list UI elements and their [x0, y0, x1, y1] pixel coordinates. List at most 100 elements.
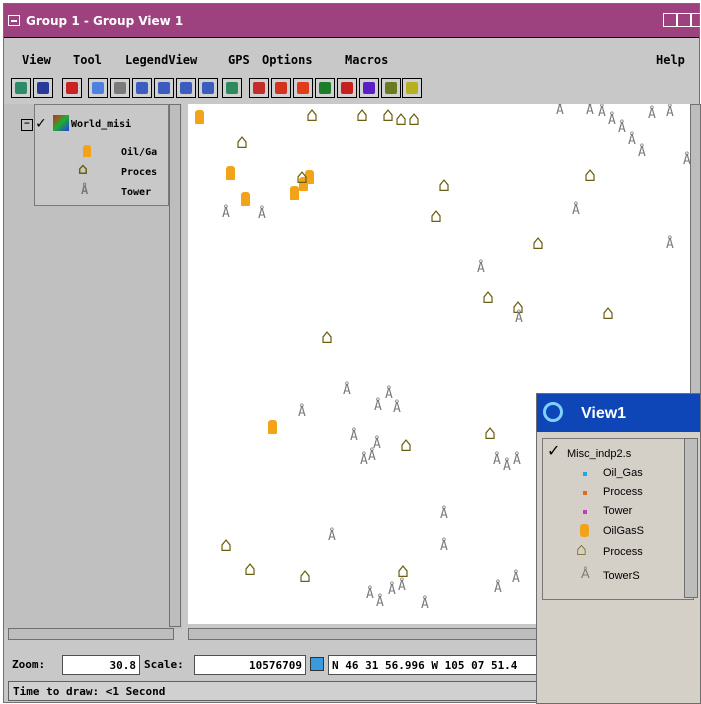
view1-layer-name[interactable]: Misc_indp2.s	[567, 448, 631, 460]
tower-marker: Å	[512, 571, 520, 586]
tower-marker: Å	[513, 453, 521, 468]
process-marker: ⌂	[244, 556, 257, 580]
sketch-icon[interactable]	[293, 78, 313, 98]
menu-gps[interactable]: GPS	[228, 53, 250, 67]
tower-marker: Å	[376, 595, 384, 610]
tower-marker: Å	[503, 459, 511, 474]
process-marker: ⌂	[356, 104, 369, 126]
tower-marker: Å	[608, 113, 616, 128]
draw-icon[interactable]	[249, 78, 269, 98]
view1-item-oil-gas: Oil_Gas	[603, 467, 643, 479]
dot-icon	[583, 491, 587, 495]
tower-icon: Å	[81, 183, 89, 197]
tower-marker: Å	[598, 105, 606, 120]
process-marker: ⌂	[236, 129, 249, 153]
tower-marker: Å	[298, 405, 306, 420]
scripting-icon[interactable]	[402, 78, 422, 98]
tower-marker: Å	[374, 399, 382, 414]
tower-marker: Å	[648, 107, 656, 122]
process-marker: ⌂	[321, 324, 334, 348]
status-bar: Zoom: 30.8 Scale: 10576709 N 46 31 56.99…	[4, 654, 544, 678]
coordinates-field[interactable]: N 46 31 56.996 W 105 07 51.4	[328, 655, 542, 675]
tower-marker: Å	[494, 581, 502, 596]
tower-marker: Å	[350, 429, 358, 444]
view-icon[interactable]	[11, 78, 31, 98]
legend-layer-name[interactable]: World_misi	[71, 119, 131, 130]
coordinate-icon[interactable]	[310, 657, 324, 671]
legend-item-tower: Tower	[121, 187, 152, 198]
legend-vertical-scrollbar[interactable]	[169, 104, 181, 627]
checkmark-icon[interactable]: ✓	[36, 115, 46, 131]
process-marker: ⌂	[484, 420, 497, 444]
maximize-icon[interactable]	[677, 13, 691, 27]
close-icon[interactable]	[691, 13, 701, 27]
magnifier-icon	[543, 402, 563, 422]
menu-view[interactable]: View	[22, 53, 51, 67]
menu-tool[interactable]: Tool	[73, 53, 102, 67]
view1-scrollbar[interactable]	[684, 438, 698, 598]
tower-marker: Å	[360, 453, 368, 468]
pan-icon[interactable]	[62, 78, 82, 98]
view1-item-tower-s: TowerS	[603, 570, 640, 582]
system-menu-icon[interactable]	[8, 15, 20, 26]
legend-item-oil: Oil/Ga	[121, 147, 158, 158]
house-icon: ⌂	[78, 159, 88, 178]
view1-item-tower: Tower	[603, 505, 633, 517]
view1-item-process-s: Process	[603, 546, 643, 558]
process-marker: ⌂	[220, 532, 233, 556]
tower-marker: Å	[618, 121, 626, 136]
oil-gas-marker	[268, 420, 277, 434]
oil-gas-marker	[226, 166, 235, 180]
process-marker: ⌂	[532, 230, 545, 254]
process-marker: ⌂	[299, 563, 312, 587]
map-horizontal-scrollbar[interactable]	[188, 628, 540, 640]
dot-icon	[583, 510, 587, 514]
process-marker: ⌂	[584, 162, 597, 186]
tower-marker: Å	[398, 579, 406, 594]
scale-field[interactable]: 10576709	[194, 655, 306, 675]
process-marker: ⌂	[482, 284, 495, 308]
dot-icon	[583, 472, 587, 476]
process-marker: ⌂	[296, 164, 309, 188]
world-layer-icon	[53, 115, 69, 131]
pointer-icon[interactable]	[271, 78, 291, 98]
checkmark-icon[interactable]: ✓	[547, 444, 560, 460]
zoom-region-icon[interactable]	[88, 78, 108, 98]
tower-marker: Å	[638, 145, 646, 160]
ruler-icon[interactable]	[337, 78, 357, 98]
menubar: View Tool LegendView GPS Options Macros …	[4, 48, 699, 72]
process-marker: ⌂	[400, 432, 413, 456]
select-icon[interactable]	[222, 78, 242, 98]
measure-icon[interactable]	[359, 78, 379, 98]
map-vertical-scrollbar[interactable]	[690, 104, 701, 396]
layer-icon[interactable]	[315, 78, 335, 98]
tower-marker: Å	[421, 597, 429, 612]
minimize-icon[interactable]	[663, 13, 677, 27]
zoom-box-icon[interactable]	[176, 78, 196, 98]
square-icon[interactable]	[33, 78, 53, 98]
view1-titlebar[interactable]: View1	[537, 394, 700, 432]
zoom-full-icon[interactable]	[198, 78, 218, 98]
menu-options[interactable]: Options	[262, 53, 313, 67]
menu-help[interactable]: Help	[656, 53, 685, 67]
zoom-out-icon[interactable]	[154, 78, 174, 98]
zoom-in-icon[interactable]	[132, 78, 152, 98]
gps-icon[interactable]	[381, 78, 401, 98]
menu-legendview[interactable]: LegendView	[125, 53, 197, 67]
process-marker: ⌂	[408, 106, 421, 130]
tower-marker: Å	[666, 105, 674, 120]
collapse-icon[interactable]: −	[21, 119, 33, 131]
legend-horizontal-scrollbar[interactable]	[8, 628, 174, 640]
menu-macros[interactable]: Macros	[345, 53, 388, 67]
tower-marker: Å	[222, 206, 230, 221]
process-marker: ⌂	[382, 104, 395, 126]
view1-legend: ✓ Misc_indp2.s Oil_Gas Process Tower Oil…	[542, 438, 694, 600]
view1-window: View1 ✓ Misc_indp2.s Oil_Gas Process Tow…	[536, 393, 701, 704]
zoom-field[interactable]: 30.8	[62, 655, 140, 675]
zoom-1x-icon[interactable]	[110, 78, 130, 98]
process-marker: ⌂	[397, 558, 410, 582]
tower-marker: Å	[477, 261, 485, 276]
window-titlebar[interactable]: Group 1 - Group View 1	[4, 4, 701, 38]
tower-marker: Å	[328, 529, 336, 544]
tower-marker: Å	[440, 539, 448, 554]
